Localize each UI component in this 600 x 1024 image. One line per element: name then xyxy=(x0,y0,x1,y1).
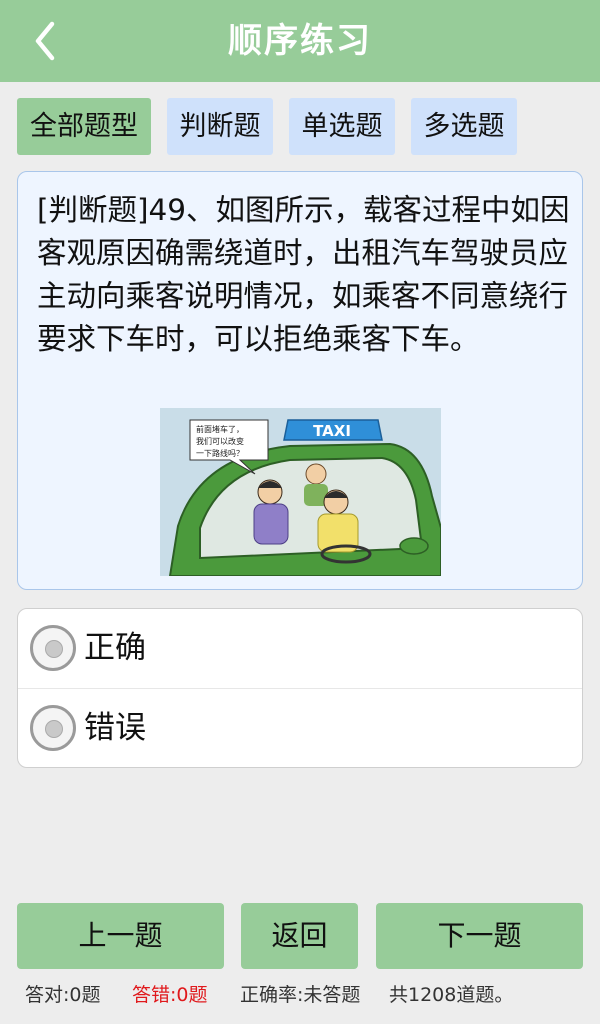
question-text: [判断题]49、如图所示，载客过程中如因客观原因确需绕道时，出租汽车驾驶员应主动… xyxy=(37,193,570,356)
radio-unchecked-icon[interactable] xyxy=(30,625,76,671)
speech-line-3: 一下路线吗？ xyxy=(196,448,244,458)
total-questions: 共1208道题。 xyxy=(389,984,514,1006)
question-card: [判断题]49、如图所示，载客过程中如因客观原因确需绕道时，出租汽车驾驶员应主动… xyxy=(17,171,583,590)
option-correct[interactable]: 正确 xyxy=(18,609,582,688)
tab-single-choice[interactable]: 单选题 xyxy=(289,98,395,155)
answer-options: 正确 错误 xyxy=(17,608,583,768)
option-wrong[interactable]: 错误 xyxy=(18,688,582,767)
return-button[interactable]: 返回 xyxy=(241,903,358,969)
accuracy-rate: 正确率:未答题 xyxy=(240,984,361,1006)
question-illustration: TAXI 前面堵车了， 我们可以改变 一下路线吗？ xyxy=(160,408,441,576)
radio-unchecked-icon[interactable] xyxy=(30,705,76,751)
app-header: 顺序练习 xyxy=(0,0,600,82)
speech-line-1: 前面堵车了， xyxy=(196,424,244,434)
taxi-sign-text: TAXI xyxy=(313,422,351,440)
option-label: 错误 xyxy=(84,710,146,746)
question-type-filters: 全部题型 判断题 单选题 多选题 xyxy=(0,98,600,155)
taxi-illustration: TAXI 前面堵车了， 我们可以改变 一下路线吗？ xyxy=(160,408,441,576)
next-question-button[interactable]: 下一题 xyxy=(376,903,583,969)
score-status-bar: 答对:0题 答错:0题 正确率:未答题 共1208道题。 xyxy=(0,982,600,1008)
tab-all-types[interactable]: 全部题型 xyxy=(17,98,151,155)
tab-true-false[interactable]: 判断题 xyxy=(167,98,273,155)
speech-line-2: 我们可以改变 xyxy=(196,436,244,446)
prev-question-button[interactable]: 上一题 xyxy=(17,903,224,969)
option-label: 正确 xyxy=(84,630,146,666)
tab-multiple-choice[interactable]: 多选题 xyxy=(411,98,517,155)
correct-count: 答对:0题 xyxy=(25,984,101,1006)
page-title: 顺序练习 xyxy=(228,21,372,61)
wrong-count: 答错:0题 xyxy=(132,984,208,1006)
